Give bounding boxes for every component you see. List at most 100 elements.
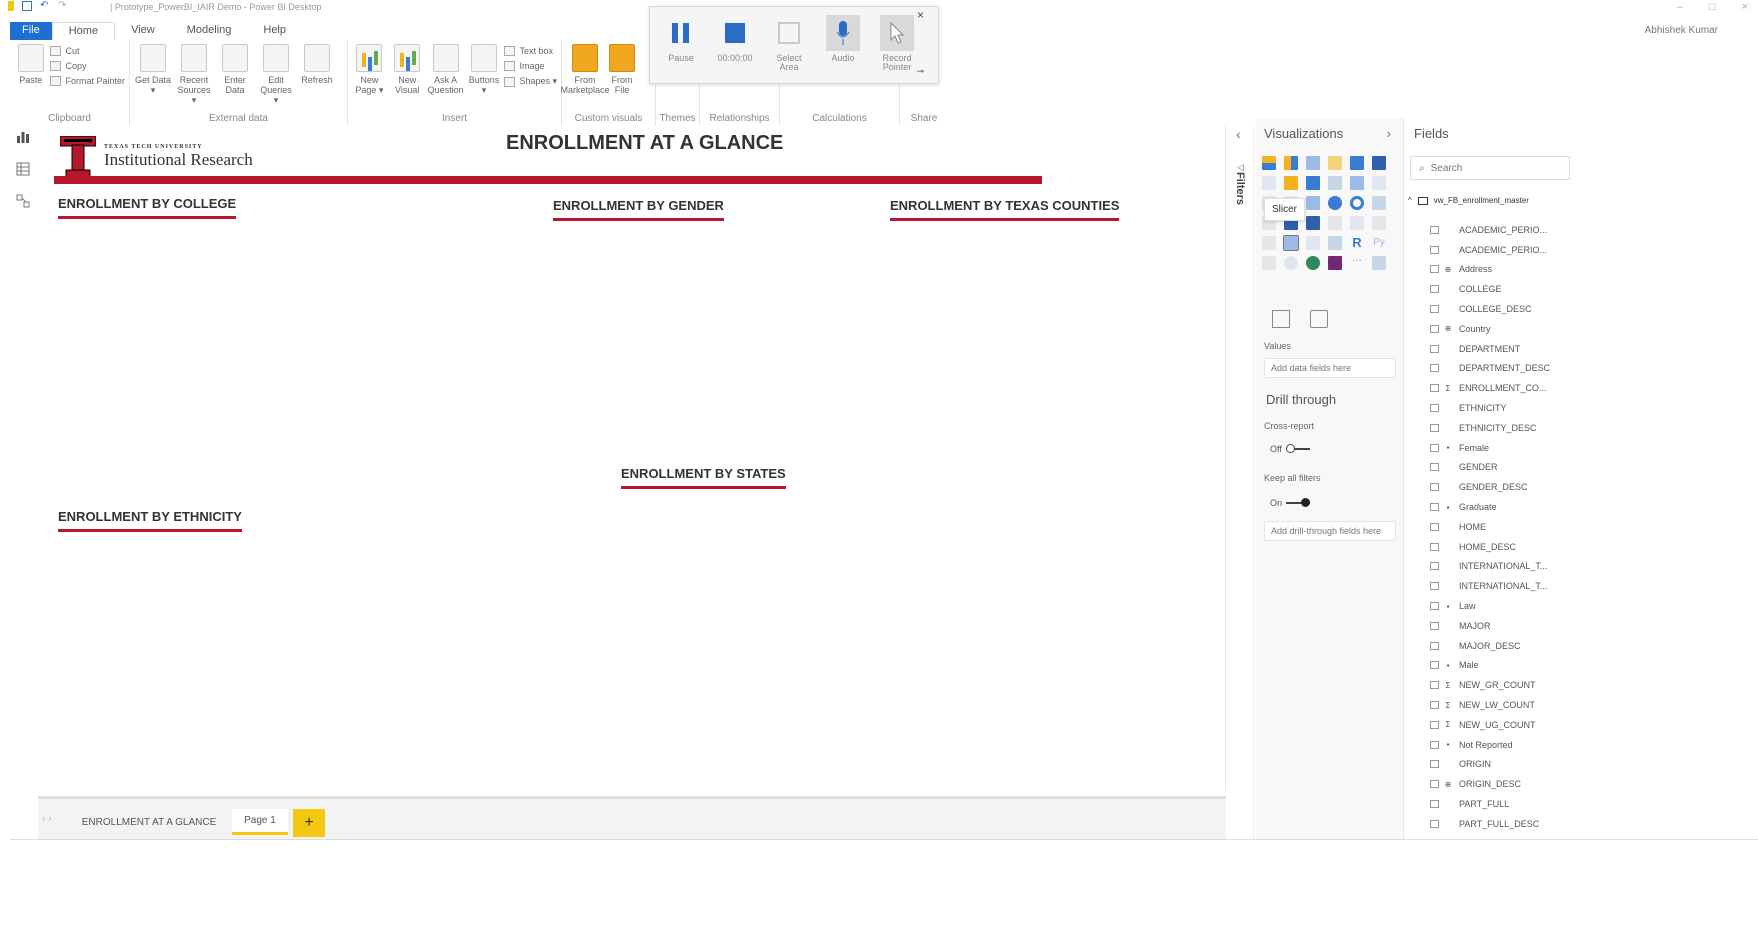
field-item[interactable]: ▪ Law [1430, 596, 1570, 616]
field-item[interactable]: GENDER_DESC [1430, 477, 1570, 497]
field-item[interactable]: Σ NEW_GR_COUNT [1430, 675, 1570, 695]
page-nav-arrows[interactable]: ‹ › [42, 813, 51, 824]
more-visuals-icon[interactable]: ··· [1350, 256, 1364, 270]
arcgis-icon[interactable] [1306, 256, 1320, 270]
100-column-icon[interactable] [1372, 156, 1386, 170]
format-painter-button[interactable]: Format Painter [50, 76, 125, 86]
select-area-button[interactable]: Select Area [766, 15, 812, 83]
page-tab-enrollment[interactable]: ENROLLMENT AT A GLANCE [74, 809, 224, 835]
tab-home[interactable]: Home [51, 22, 116, 40]
undo-icon[interactable]: ↶ [40, 1, 50, 11]
field-checkbox[interactable] [1430, 701, 1439, 710]
field-checkbox[interactable] [1430, 522, 1439, 531]
tab-view[interactable]: View [115, 22, 171, 40]
field-checkbox[interactable] [1430, 384, 1439, 393]
field-item[interactable]: MAJOR [1430, 616, 1570, 636]
python-icon[interactable]: Py [1372, 236, 1386, 250]
field-checkbox[interactable] [1430, 245, 1439, 254]
multi-row-card-icon[interactable] [1372, 216, 1386, 230]
field-item[interactable]: INTERNATIONAL_T... [1430, 576, 1570, 596]
field-item[interactable]: INTERNATIONAL_T... [1430, 557, 1570, 577]
field-checkbox[interactable] [1430, 602, 1439, 611]
field-checkbox[interactable] [1430, 404, 1439, 413]
field-checkbox[interactable] [1430, 819, 1439, 828]
field-item[interactable]: ⊕ Country [1430, 319, 1570, 339]
field-checkbox[interactable] [1430, 641, 1439, 650]
data-view-icon[interactable] [16, 162, 30, 176]
ribbon-chart-icon[interactable] [1372, 176, 1386, 190]
report-canvas[interactable]: TEXAS TECH UNIVERSITY Institutional Rese… [38, 126, 1226, 791]
stacked-column-icon[interactable] [1284, 156, 1298, 170]
field-item[interactable]: MAJOR_DESC [1430, 636, 1570, 656]
field-item[interactable]: COLLEGE_DESC [1430, 299, 1570, 319]
field-item[interactable]: ▪ Male [1430, 656, 1570, 676]
field-checkbox[interactable] [1430, 582, 1439, 591]
field-item[interactable]: PART_FULL_DESC [1430, 814, 1570, 834]
field-checkbox[interactable] [1430, 621, 1439, 630]
field-item[interactable]: DEPARTMENT [1430, 339, 1570, 359]
donut-chart-icon[interactable] [1350, 196, 1364, 210]
clustered-column-icon[interactable] [1328, 156, 1342, 170]
field-checkbox[interactable] [1430, 720, 1439, 729]
stacked-bar-icon[interactable] [1262, 156, 1276, 170]
field-item[interactable]: ▪ Not Reported [1430, 735, 1570, 755]
field-item[interactable]: ⊕ Address [1430, 260, 1570, 280]
field-checkbox[interactable] [1430, 463, 1439, 472]
save-icon[interactable] [22, 1, 32, 11]
table-node[interactable]: ^ vw_FB_enrollment_master [1408, 196, 1529, 205]
field-checkbox[interactable] [1430, 740, 1439, 749]
drill-through-drop-zone[interactable]: Add drill-through fields here [1264, 521, 1396, 541]
pin-icon[interactable]: ⊸ [916, 66, 924, 77]
field-item[interactable]: ETHNICITY [1430, 398, 1570, 418]
signed-in-user[interactable]: Abhishek Kumar [1645, 25, 1718, 36]
qna-icon[interactable] [1284, 256, 1298, 270]
record-pointer-button[interactable]: Record Pointer [874, 15, 920, 83]
cut-button[interactable]: Cut [50, 46, 125, 56]
line-chart-icon[interactable] [1262, 176, 1276, 190]
field-item[interactable]: Σ NEW_UG_COUNT [1430, 715, 1570, 735]
field-item[interactable]: DEPARTMENT_DESC [1430, 359, 1570, 379]
field-checkbox[interactable] [1430, 562, 1439, 571]
tab-modeling[interactable]: Modeling [171, 22, 248, 40]
paint-roller-icon[interactable] [1310, 310, 1328, 328]
r-script-icon[interactable]: R [1350, 236, 1364, 250]
audio-button[interactable]: Audio [820, 15, 866, 83]
card-icon[interactable] [1262, 236, 1276, 250]
field-checkbox[interactable] [1430, 344, 1439, 353]
field-checkbox[interactable] [1430, 542, 1439, 551]
field-checkbox[interactable] [1430, 305, 1439, 314]
key-influencers-icon[interactable] [1262, 256, 1276, 270]
field-item[interactable]: ETHNICITY_DESC [1430, 418, 1570, 438]
field-checkbox[interactable] [1430, 503, 1439, 512]
field-item[interactable]: GENDER [1430, 458, 1570, 478]
pause-button[interactable]: Pause [658, 15, 704, 83]
tab-help[interactable]: Help [247, 22, 302, 40]
line-clustered-icon[interactable] [1350, 176, 1364, 190]
tab-file[interactable]: File [10, 22, 52, 40]
filters-label[interactable]: Filters [1234, 172, 1246, 205]
close-recorder-icon[interactable]: × [917, 8, 924, 22]
stop-button[interactable]: 00:00:00 [712, 15, 758, 83]
field-checkbox[interactable] [1430, 265, 1439, 274]
shape-map-icon[interactable] [1306, 216, 1320, 230]
field-checkbox[interactable] [1430, 443, 1439, 452]
custom-visual-icon[interactable] [1372, 256, 1386, 270]
field-item[interactable]: ▪ Graduate [1430, 497, 1570, 517]
model-view-icon[interactable] [16, 194, 30, 208]
field-checkbox[interactable] [1430, 285, 1439, 294]
values-drop-zone[interactable]: Add data fields here [1264, 358, 1396, 378]
field-checkbox[interactable] [1430, 760, 1439, 769]
field-item[interactable]: HOME [1430, 517, 1570, 537]
cross-report-toggle[interactable]: Off [1270, 444, 1310, 454]
clustered-bar-icon[interactable] [1306, 156, 1320, 170]
close-window-icon[interactable]: × [1742, 1, 1748, 13]
field-checkbox[interactable] [1430, 225, 1439, 234]
field-item[interactable]: HOME_DESC [1430, 537, 1570, 557]
stacked-area-icon[interactable] [1306, 176, 1320, 190]
funnel-icon[interactable] [1328, 216, 1342, 230]
scatter-chart-icon[interactable] [1306, 196, 1320, 210]
redo-icon[interactable]: ↷ [58, 1, 68, 11]
chevron-up-icon[interactable]: ^ [1408, 196, 1412, 205]
page-tab-page-1[interactable]: Page 1 [232, 809, 288, 835]
treemap-icon[interactable] [1372, 196, 1386, 210]
